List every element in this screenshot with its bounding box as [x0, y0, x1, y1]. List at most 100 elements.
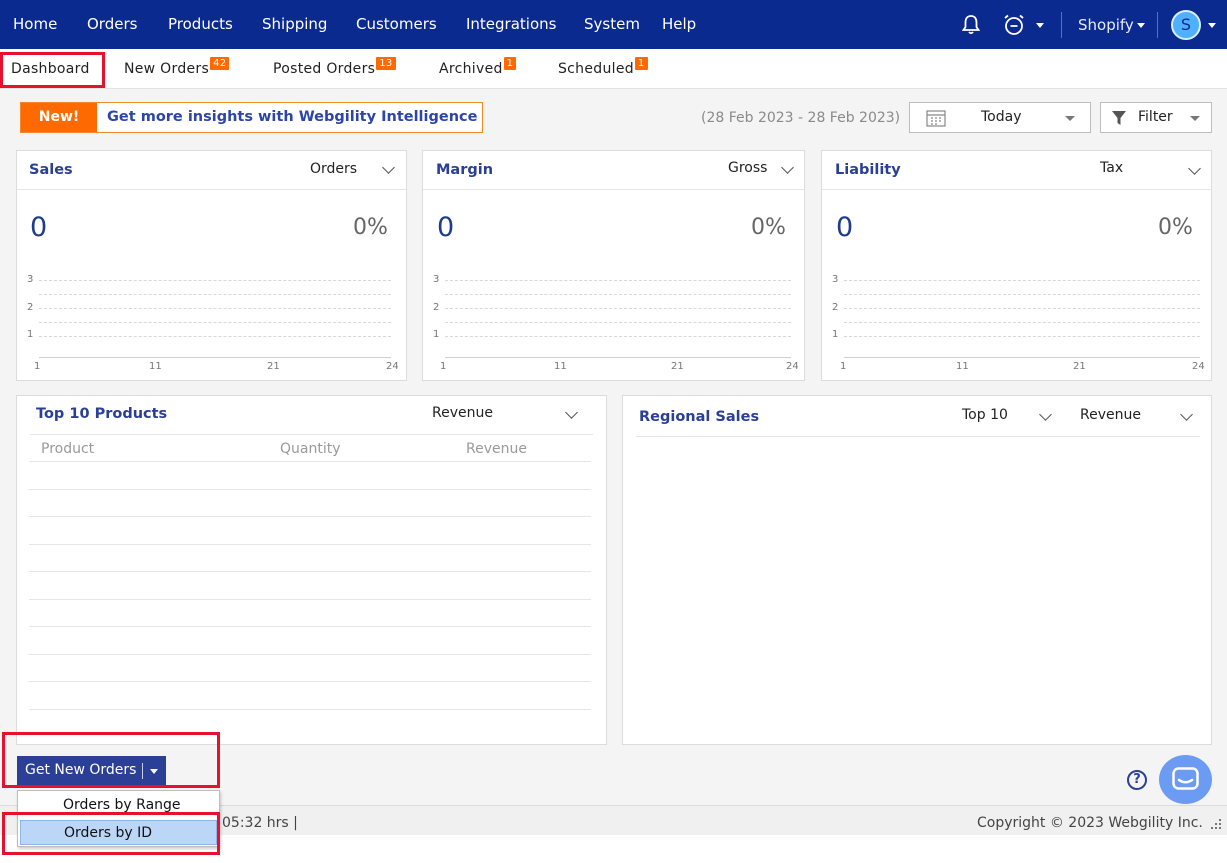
grid-line	[844, 308, 1200, 309]
table-row	[29, 654, 591, 655]
bell-icon[interactable]	[961, 14, 981, 36]
y-tick: 1	[433, 329, 440, 340]
tab-posted-orders[interactable]: Posted Orders 13	[273, 57, 396, 77]
table-row	[29, 516, 591, 517]
grid-line	[445, 308, 791, 309]
nav-integrations[interactable]: Integrations	[466, 15, 556, 33]
get-orders-highlight	[2, 732, 220, 788]
x-tick: 21	[1073, 361, 1086, 372]
dashboard-main: New! Get more insights with Webgility In…	[0, 89, 1227, 805]
nav-system[interactable]: System	[584, 15, 640, 33]
nav-shipping[interactable]: Shipping	[262, 15, 327, 33]
x-tick: 21	[267, 361, 280, 372]
top-products-metric-select[interactable]: Revenue	[432, 405, 493, 421]
margin-metric-select[interactable]: Gross	[728, 160, 767, 176]
x-tick: 24	[1192, 361, 1205, 372]
x-tick: 11	[554, 361, 567, 372]
table-row	[29, 544, 591, 545]
sales-value: 0	[30, 212, 48, 243]
margin-percent: 0%	[751, 215, 786, 240]
regional-metric-select[interactable]: Revenue	[1080, 407, 1141, 423]
liability-card: Liability Tax 0 0% 3 2 1 1 11 21 24	[821, 150, 1212, 381]
x-tick: 1	[34, 361, 41, 372]
liability-value: 0	[836, 212, 854, 243]
grid-line	[39, 336, 391, 337]
date-range-select[interactable]: Today	[909, 102, 1091, 133]
grid-line	[39, 280, 391, 281]
nav-separator	[1157, 12, 1158, 38]
regional-count-select[interactable]: Top 10	[962, 407, 1008, 423]
new-badge: New!	[21, 103, 97, 132]
card-divider	[636, 436, 1200, 437]
resize-grip-icon[interactable]	[1210, 818, 1222, 830]
grid-line	[445, 294, 791, 295]
sales-metric-select[interactable]: Orders	[310, 161, 357, 177]
scheduled-badge: 1	[634, 57, 648, 70]
tab-scheduled[interactable]: Scheduled 1	[558, 57, 648, 77]
table-row	[29, 681, 591, 682]
chevron-down-icon[interactable]	[1188, 162, 1201, 175]
promo-text[interactable]: Get more insights with Webgility Intelli…	[107, 109, 477, 125]
user-avatar[interactable]: S	[1171, 10, 1201, 40]
grid-line	[445, 322, 791, 323]
grid-line	[39, 322, 391, 323]
intelligence-promo-banner[interactable]: New! Get more insights with Webgility In…	[20, 102, 483, 133]
sync-timer: 05:32 hrs |	[222, 815, 298, 831]
grid-line	[445, 280, 791, 281]
nav-customers[interactable]: Customers	[356, 15, 437, 33]
column-header-revenue[interactable]: Revenue	[466, 441, 527, 457]
grid-line	[39, 294, 391, 295]
alarm-clock-icon[interactable]	[1002, 13, 1026, 37]
nav-orders[interactable]: Orders	[87, 15, 137, 33]
table-row	[29, 599, 591, 600]
nav-help[interactable]: Help	[662, 15, 696, 33]
grid-line	[844, 280, 1200, 281]
grid-line	[844, 322, 1200, 323]
nav-products[interactable]: Products	[168, 15, 233, 33]
new-orders-badge: 42	[210, 57, 230, 70]
tab-new-orders[interactable]: New Orders 42	[124, 57, 230, 77]
card-title: Sales	[29, 162, 73, 178]
dashboard-tab-highlight	[0, 52, 105, 88]
date-select-value: Today	[981, 109, 1022, 125]
y-tick: 2	[433, 302, 440, 313]
card-title: Top 10 Products	[36, 406, 168, 422]
x-tick: 1	[840, 361, 847, 372]
chevron-down-icon[interactable]	[1039, 408, 1052, 421]
column-header-quantity[interactable]: Quantity	[280, 441, 341, 457]
liability-metric-select[interactable]: Tax	[1100, 160, 1123, 176]
archived-badge: 1	[503, 57, 517, 70]
y-tick: 1	[832, 329, 839, 340]
y-tick: 3	[433, 274, 440, 285]
nav-home[interactable]: Home	[13, 15, 57, 33]
tab-archived[interactable]: Archived 1	[439, 57, 517, 77]
chevron-down-icon[interactable]	[1036, 23, 1044, 28]
help-icon[interactable]: ?	[1127, 770, 1147, 790]
card-title: Regional Sales	[639, 409, 760, 425]
store-selector[interactable]: Shopify	[1078, 16, 1134, 34]
chevron-down-icon[interactable]	[382, 161, 395, 174]
date-range-text: (28 Feb 2023 - 28 Feb 2023)	[701, 110, 901, 126]
card-title: Margin	[436, 162, 494, 178]
chevron-down-icon[interactable]	[781, 161, 794, 174]
column-header-product[interactable]: Product	[41, 441, 94, 457]
store-chevron-icon[interactable]	[1137, 23, 1145, 28]
card-divider	[17, 189, 406, 190]
posted-orders-badge: 13	[376, 57, 396, 70]
table-row	[29, 571, 591, 572]
liability-percent: 0%	[1158, 215, 1193, 240]
chat-launcher-button[interactable]	[1159, 755, 1212, 804]
chevron-down-icon[interactable]	[1180, 408, 1193, 421]
filter-label: Filter	[1138, 109, 1173, 125]
y-tick: 2	[832, 302, 839, 313]
y-tick: 1	[27, 329, 34, 340]
copyright-text: Copyright © 2023 Webgility Inc.	[977, 815, 1203, 831]
avatar-chevron-icon[interactable]	[1208, 23, 1216, 28]
order-tabs: Dashboard New Orders 42 Posted Orders 13 A…	[0, 49, 1227, 89]
chevron-down-icon	[1190, 116, 1200, 121]
filter-button[interactable]: Filter	[1100, 102, 1212, 133]
y-tick: 3	[27, 274, 34, 285]
nav-separator	[1061, 12, 1062, 38]
margin-value: 0	[437, 212, 455, 243]
chevron-down-icon[interactable]	[565, 406, 578, 419]
